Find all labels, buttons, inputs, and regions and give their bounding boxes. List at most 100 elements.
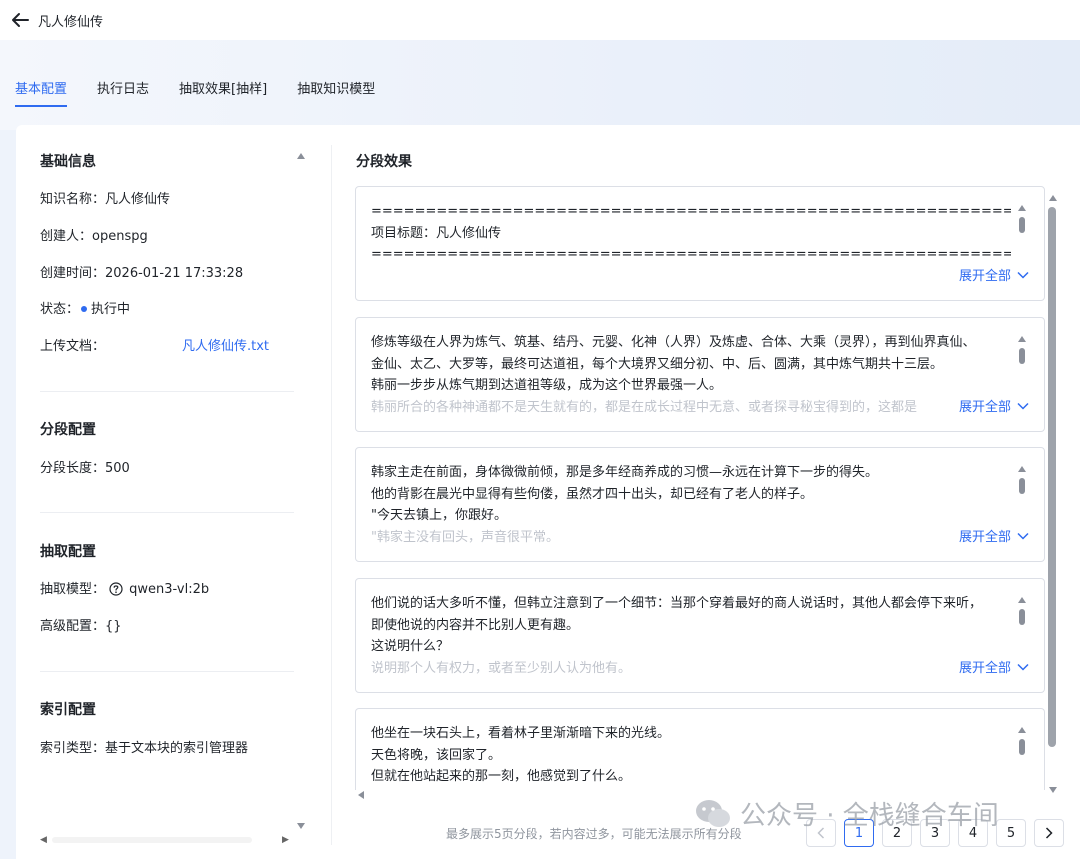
divider	[40, 512, 294, 513]
status-label: 状态：	[40, 302, 80, 317]
page-button[interactable]: 5	[996, 819, 1026, 847]
scroll-left-icon[interactable]: ◀	[40, 835, 47, 845]
scrollbar-thumb[interactable]	[1019, 348, 1025, 364]
tab-extraction-sample[interactable]: 抽取效果[抽样]	[179, 70, 267, 107]
expand-all-label: 展开全部	[958, 400, 1011, 415]
creator-row: 创建人：openspg	[40, 225, 148, 244]
chevron-right-icon	[1045, 827, 1053, 839]
segment-line: 韩家主走在前面，身体微微前倾，那是多年经商养成的习惯—永远在计算下一步的得失。	[371, 465, 879, 480]
created-time-value: 2026-01-21 17:33:28	[105, 266, 244, 281]
panel-divider	[331, 145, 332, 845]
segment-line: 他们说的话大多听不懂，但韩立注意到了一个细节：当那个穿着最好的商人说话时，其他人…	[371, 596, 983, 611]
uploaded-file-link[interactable]: 凡人修仙传.txt	[182, 335, 269, 354]
segment-config-section: 分段配置	[40, 419, 96, 439]
segment-faded-line: 韩丽所合的各种神通都不是天生就有的，都是在成长过程中无意、或者探寻秘宝得到的，这…	[371, 399, 918, 415]
segment-line: 天色将晚，该回家了。	[371, 747, 502, 763]
help-circle-icon[interactable]	[109, 581, 123, 596]
created-time-row: 创建时间：2026-01-21 17:33:28	[40, 262, 243, 281]
segments-scrollbar[interactable]	[1048, 195, 1058, 793]
scrollbar-thumb[interactable]	[1019, 739, 1025, 755]
back-arrow-icon	[12, 13, 29, 27]
scrollbar-thumb[interactable]	[1019, 609, 1025, 625]
segment-faded-line: "韩家主没有回头，声音很平常。	[371, 529, 559, 545]
segment-scrollbar[interactable]	[1018, 597, 1026, 625]
index-type-value: 基于文本块的索引管理器	[105, 741, 249, 756]
index-type-label: 索引类型：	[40, 741, 106, 756]
extract-model-row: 抽取模型： qwen3-vl:2b	[40, 578, 209, 598]
segment-scrollbar[interactable]	[1018, 336, 1026, 364]
extract-config-section: 抽取配置	[40, 541, 96, 561]
scroll-up-icon[interactable]	[1018, 336, 1026, 342]
tab-execution-log[interactable]: 执行日志	[97, 70, 149, 107]
chevron-down-icon	[1017, 663, 1029, 671]
scrollbar-track[interactable]	[52, 837, 252, 843]
basic-info-heading: 基础信息	[40, 154, 96, 170]
segment-scrollbar[interactable]	[1018, 205, 1026, 233]
basic-info-section: 基础信息	[40, 151, 96, 171]
scroll-up-icon[interactable]	[1049, 195, 1057, 201]
horizontal-scrollbar[interactable]: ◀ ▶	[36, 835, 296, 845]
extract-model-label: 抽取模型：	[40, 582, 106, 597]
segment-card: 韩家主走在前面，身体微微前倾，那是多年经商养成的习惯—永远在计算下一步的得失。 …	[355, 447, 1045, 562]
created-time-label: 创建时间：	[40, 266, 106, 281]
expand-all-label: 展开全部	[958, 530, 1011, 545]
segment-faded-line: 说明那个人有权力，或者至少别人认为他有。	[371, 660, 632, 676]
advanced-config-label: 高级配置：	[40, 619, 106, 634]
segment-line: ========================================…	[371, 247, 1011, 262]
segment-line: 金仙、太乙、大罗等，最终可达道祖，每个大境界又细分初、中、后、圆满，其中炼气期共…	[371, 356, 944, 372]
knowledge-name-value: 凡人修仙传	[105, 192, 171, 207]
expand-all-label: 展开全部	[958, 269, 1011, 284]
scrollbar-thumb[interactable]	[1019, 478, 1025, 494]
segment-text: 他坐在一块石头上，看着林子里渐渐暗下来的光线。 天色将晚，该回家了。 但就在他站…	[371, 723, 1011, 788]
expand-all-button[interactable]: 展开全部	[959, 657, 1029, 676]
segment-length-label: 分段长度：	[40, 461, 106, 476]
segment-text: 韩家主走在前面，身体微微前倾，那是多年经商养成的习惯—永远在计算下一步的得失。 …	[371, 462, 1011, 548]
watermark: 公众号 · 全栈缝合车间	[694, 795, 999, 832]
divider	[40, 671, 294, 672]
index-config-heading: 索引配置	[40, 702, 96, 718]
scrollbar-thumb[interactable]	[1048, 207, 1056, 747]
segment-line: 但就在他站起来的那一刻，他感觉到了什么。	[371, 769, 632, 784]
next-page-button[interactable]	[1034, 819, 1064, 847]
watermark-text: 公众号 · 全栈缝合车间	[740, 801, 999, 831]
expand-all-button[interactable]: 展开全部	[959, 396, 1029, 415]
scroll-down-icon[interactable]	[1049, 787, 1057, 793]
scroll-up-icon[interactable]	[1018, 597, 1026, 603]
status-dot-icon	[81, 306, 88, 312]
advanced-config-row: 高级配置：{}	[40, 615, 122, 634]
top-bar: 凡人修仙传	[0, 0, 1080, 40]
segment-scrollbar[interactable]	[1018, 727, 1026, 755]
expand-all-button[interactable]: 展开全部	[959, 526, 1029, 545]
divider	[40, 391, 294, 392]
segment-scrollbar[interactable]	[1018, 466, 1026, 494]
scroll-down-icon[interactable]	[296, 822, 306, 830]
scroll-up-icon[interactable]	[296, 151, 306, 161]
segment-line: ========================================…	[371, 204, 1011, 219]
scrollbar-thumb[interactable]	[1019, 217, 1025, 233]
segment-config-heading: 分段配置	[40, 422, 96, 438]
segment-line: 修炼等级在人界为炼气、筑基、结丹、元婴、化神（人界）及炼虚、合体、大乘（灵界），…	[371, 335, 976, 350]
scroll-right-icon[interactable]: ▶	[282, 835, 289, 845]
tab-knowledge-model[interactable]: 抽取知识模型	[297, 70, 375, 107]
upload-row: 上传文档： 凡人修仙传.txt	[40, 335, 300, 354]
tab-basic-config[interactable]: 基本配置	[15, 70, 68, 107]
upload-label: 上传文档：	[40, 339, 106, 354]
segment-length-value: 500	[105, 461, 130, 476]
segment-text: 修炼等级在人界为炼气、筑基、结丹、元婴、化神（人界）及炼虚、合体、大乘（灵界），…	[371, 332, 1011, 418]
chevron-down-icon	[1017, 271, 1029, 279]
segment-line: 他坐在一块石头上，看着林子里渐渐暗下来的光线。	[371, 726, 671, 741]
scroll-left-icon[interactable]	[358, 791, 364, 799]
segment-card: 他们说的话大多听不懂，但韩立注意到了一个细节：当那个穿着最好的商人说话时，其他人…	[355, 578, 1045, 693]
expand-all-button[interactable]: 展开全部	[959, 265, 1029, 284]
back-button[interactable]	[2, 4, 38, 36]
index-config-section: 索引配置	[40, 699, 96, 719]
scroll-up-icon[interactable]	[1018, 727, 1026, 733]
config-panel: 基础信息 知识名称：凡人修仙传 创建人：openspg 创建时间：2026-01…	[16, 125, 316, 859]
segment-length-row: 分段长度：500	[40, 457, 130, 476]
scroll-up-icon[interactable]	[1018, 466, 1026, 472]
segment-line: 即使他说的内容并不比别人更有趣。	[371, 617, 580, 633]
tab-bar: 基本配置 执行日志 抽取效果[抽样] 抽取知识模型	[15, 70, 405, 107]
scroll-up-icon[interactable]	[1018, 205, 1026, 211]
page-title: 凡人修仙传	[38, 14, 104, 30]
index-type-row: 索引类型：基于文本块的索引管理器	[40, 737, 248, 756]
